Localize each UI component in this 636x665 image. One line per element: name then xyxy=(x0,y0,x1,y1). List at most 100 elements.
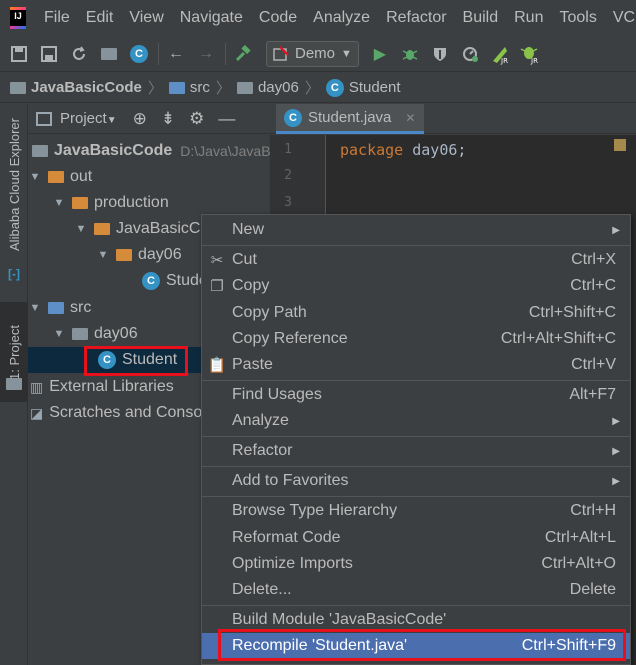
line-number: 1 xyxy=(284,142,292,157)
menu-item-delete[interactable]: Delete... Delete xyxy=(202,577,630,603)
copy-icon: ❐ xyxy=(210,278,224,295)
back-icon[interactable]: ← xyxy=(165,43,187,65)
breadcrumb-separator: 〉 xyxy=(215,80,231,97)
project-view-select[interactable]: Project▼ xyxy=(60,110,117,127)
class-icon: C xyxy=(98,351,116,369)
menu-item-cut[interactable]: ✂ Cut Ctrl+X xyxy=(202,247,630,273)
excluded-folder-icon xyxy=(72,197,88,209)
intellij-logo-icon: IJ xyxy=(10,7,26,29)
breadcrumb-day06[interactable]: day06 xyxy=(236,79,299,96)
sync-icon[interactable] xyxy=(68,43,90,65)
alibaba-cloud-icon[interactable]: [-] xyxy=(0,264,28,284)
menu-analyze[interactable]: Analyze xyxy=(305,9,378,27)
expand-arrow-icon[interactable]: ▼ xyxy=(52,197,66,209)
class-icon[interactable]: C xyxy=(128,43,150,65)
menu-separator xyxy=(202,466,630,467)
menu-code[interactable]: Code xyxy=(251,9,305,27)
coverage-icon[interactable] xyxy=(429,43,451,65)
tree-item-out[interactable]: ▼ out xyxy=(28,164,270,190)
svg-text:JR: JR xyxy=(530,57,538,65)
context-menu: New ▶ ✂ Cut Ctrl+X ❐ Copy Ctrl+C Copy Pa… xyxy=(201,214,631,665)
locate-icon[interactable]: ⊕ xyxy=(133,109,147,129)
menu-item-copy-path[interactable]: Copy Path Ctrl+Shift+C xyxy=(202,300,630,326)
tab-alibaba-cloud-explorer[interactable]: Alibaba Cloud Explorer xyxy=(0,104,28,264)
toolbar-separator xyxy=(158,42,159,65)
breadcrumb: JavaBasicCode 〉 src 〉 day06 〉 C Student xyxy=(0,73,636,103)
jrebel-run-icon[interactable]: JR xyxy=(489,43,511,65)
menu-separator xyxy=(202,245,630,246)
menu-item-build-module[interactable]: Build Module 'JavaBasicCode' xyxy=(202,607,630,633)
menu-file[interactable]: File xyxy=(36,9,78,27)
menu-item-browse-type-hierarchy[interactable]: Browse Type Hierarchy Ctrl+H xyxy=(202,498,630,524)
run-config-label: Demo xyxy=(295,45,336,62)
scissors-icon: ✂ xyxy=(210,252,224,269)
menu-separator xyxy=(202,436,630,437)
debug-icon[interactable] xyxy=(399,43,421,65)
menu-vcs[interactable]: VC xyxy=(605,9,636,27)
submenu-arrow-icon: ▶ xyxy=(612,415,620,427)
breadcrumb-student[interactable]: C Student xyxy=(325,78,401,97)
menu-run[interactable]: Run xyxy=(506,9,551,27)
breadcrumb-separator: 〉 xyxy=(304,80,320,97)
menu-refactor[interactable]: Refactor xyxy=(378,9,454,27)
toolbar-separator xyxy=(225,42,226,65)
menu-item-new[interactable]: New ▶ xyxy=(202,217,630,243)
source-folder-icon xyxy=(48,302,64,314)
expand-arrow-icon[interactable]: ▼ xyxy=(28,171,42,183)
gear-icon[interactable]: ⚙ xyxy=(189,109,204,129)
class-icon: C xyxy=(142,272,160,290)
expand-arrow-icon[interactable]: ▼ xyxy=(52,328,66,340)
folder-icon[interactable] xyxy=(98,43,120,65)
run-icon[interactable]: ▶ xyxy=(369,43,391,65)
menu-separator xyxy=(202,605,630,606)
library-icon: ▥ xyxy=(30,378,44,395)
menu-item-recompile[interactable]: Recompile 'Student.java' Ctrl+Shift+F9 xyxy=(202,633,630,659)
save-icon[interactable] xyxy=(38,43,60,65)
breadcrumb-separator: 〉 xyxy=(147,80,163,97)
tree-item-root[interactable]: JavaBasicCode D:\Java\JavaBa xyxy=(28,138,270,164)
collapse-all-icon[interactable]: ⇟ xyxy=(161,109,175,129)
save-all-icon[interactable] xyxy=(8,43,30,65)
hide-icon[interactable]: — xyxy=(218,109,235,129)
tab-student-java[interactable]: C Student.java ✕ xyxy=(276,104,424,134)
menu-edit[interactable]: Edit xyxy=(78,9,122,27)
menu-item-optimize-imports[interactable]: Optimize Imports Ctrl+Alt+O xyxy=(202,551,630,577)
left-tool-strip: Alibaba Cloud Explorer [-] 1: Project xyxy=(0,104,28,665)
run-configuration-select[interactable]: Demo ▼ xyxy=(266,40,359,67)
project-folder-icon xyxy=(32,145,48,157)
submenu-arrow-icon: ▶ xyxy=(612,475,620,487)
breadcrumb-project[interactable]: JavaBasicCode xyxy=(10,79,142,96)
tree-item-production[interactable]: ▼ production xyxy=(28,190,270,216)
menu-navigate[interactable]: Navigate xyxy=(172,9,251,27)
excluded-folder-icon xyxy=(116,249,132,261)
menu-bar: IJ File Edit View Navigate Code Analyze … xyxy=(0,0,636,36)
expand-arrow-icon[interactable]: ▼ xyxy=(74,223,88,235)
menu-item-refactor[interactable]: Refactor ▶ xyxy=(202,438,630,464)
menu-item-reformat-code[interactable]: Reformat Code Ctrl+Alt+L xyxy=(202,525,630,551)
close-icon[interactable]: ✕ xyxy=(405,111,415,125)
jrebel-debug-icon[interactable]: JR xyxy=(519,43,541,65)
menu-item-find-usages[interactable]: Find Usages Alt+F7 xyxy=(202,382,630,408)
class-icon: C xyxy=(325,78,344,97)
clipboard-icon: 📋 xyxy=(207,357,227,374)
project-folder-icon xyxy=(10,81,26,94)
breadcrumb-src[interactable]: src xyxy=(168,79,210,96)
menu-build[interactable]: Build xyxy=(455,9,507,27)
menu-tools[interactable]: Tools xyxy=(551,9,604,27)
menu-item-analyze[interactable]: Analyze ▶ xyxy=(202,408,630,434)
menu-item-copy[interactable]: ❐ Copy Ctrl+C xyxy=(202,273,630,299)
project-view-icon xyxy=(36,111,52,126)
menu-view[interactable]: View xyxy=(121,9,171,27)
line-number: 3 xyxy=(284,195,292,210)
menu-item-copy-reference[interactable]: Copy Reference Ctrl+Alt+Shift+C xyxy=(202,326,630,352)
menu-item-paste[interactable]: 📋 Paste Ctrl+V xyxy=(202,352,630,378)
profile-icon[interactable] xyxy=(459,43,481,65)
menu-item-add-to-favorites[interactable]: Add to Favorites ▶ xyxy=(202,468,630,494)
excluded-folder-icon xyxy=(94,223,110,235)
warning-marker-icon[interactable] xyxy=(614,139,626,151)
editor-tabs: C Student.java ✕ xyxy=(270,104,636,134)
forward-icon[interactable]: → xyxy=(195,43,217,65)
expand-arrow-icon[interactable]: ▼ xyxy=(96,249,110,261)
expand-arrow-icon[interactable]: ▼ xyxy=(28,302,42,314)
build-hammer-icon[interactable] xyxy=(232,43,254,65)
